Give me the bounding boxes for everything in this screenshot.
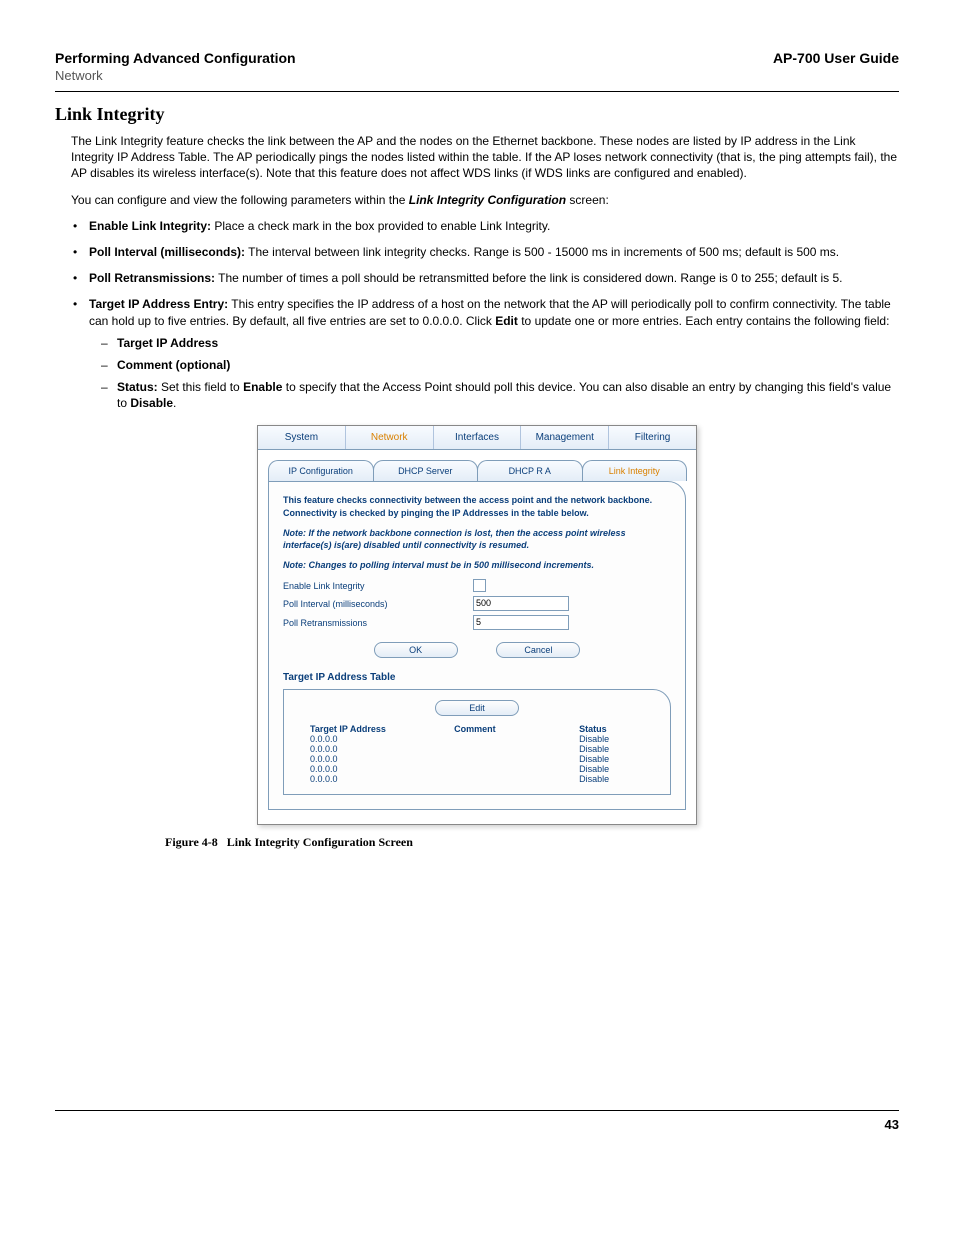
sub-status-a: Set this field to	[158, 380, 243, 394]
tab-filtering[interactable]: Filtering	[609, 426, 696, 449]
tab-network[interactable]: Network	[346, 426, 434, 449]
bullet-target-ip-label: Target IP Address Entry:	[89, 297, 228, 311]
panel-desc-1: This feature checks connectivity between…	[283, 494, 671, 518]
header-guide: AP-700 User Guide	[773, 50, 899, 66]
sub-comment: Comment (optional)	[117, 357, 899, 373]
header-title: Performing Advanced Configuration	[55, 50, 296, 66]
bullet-enable-label: Enable Link Integrity:	[89, 219, 211, 233]
sub-status-disable: Disable	[130, 396, 173, 410]
sub-status-c: .	[173, 396, 176, 410]
sub-target-ip-label: Target IP Address	[117, 336, 218, 350]
table-row: 0.0.0.0Disable	[298, 744, 656, 754]
panel-desc-3: Note: Changes to polling interval must b…	[283, 559, 671, 571]
config-intro: You can configure and view the following…	[71, 192, 899, 208]
figure-number: Figure 4-8	[165, 835, 218, 849]
figure-caption: Figure 4-8 Link Integrity Configuration …	[165, 835, 899, 850]
subtab-ip-config[interactable]: IP Configuration	[268, 460, 374, 481]
tab-system[interactable]: System	[258, 426, 346, 449]
table-row: 0.0.0.0Disable	[298, 734, 656, 744]
bullet-enable-text: Place a check mark in the box provided t…	[211, 219, 550, 233]
col-status: Status	[579, 724, 656, 734]
config-intro-pre: You can configure and view the following…	[71, 193, 409, 207]
sub-status-enable: Enable	[243, 380, 282, 394]
sub-comment-label: Comment (optional)	[117, 358, 230, 372]
cancel-button[interactable]: Cancel	[496, 642, 580, 658]
col-target-ip: Target IP Address	[298, 724, 454, 734]
config-screenshot: System Network Interfaces Management Fil…	[257, 425, 697, 825]
intro-paragraph: The Link Integrity feature checks the li…	[71, 133, 899, 182]
tab-interfaces[interactable]: Interfaces	[434, 426, 522, 449]
page-number: 43	[55, 1117, 899, 1132]
header-rule	[55, 91, 899, 92]
retrans-input[interactable]: 5	[473, 615, 569, 630]
table-row: 0.0.0.0Disable	[298, 754, 656, 764]
table-title: Target IP Address Table	[283, 672, 671, 683]
bullet-poll-retrans-text: The number of times a poll should be ret…	[215, 271, 842, 285]
col-comment: Comment	[454, 724, 579, 734]
ok-button[interactable]: OK	[374, 642, 458, 658]
bullet-target-ip-text-b: to update one or more entries. Each entr…	[518, 314, 890, 328]
sub-status-label: Status:	[117, 380, 158, 394]
row-interval-label: Poll Interval (milliseconds)	[283, 599, 473, 609]
header-subsection: Network	[55, 68, 899, 83]
bullet-enable: Enable Link Integrity: Place a check mar…	[89, 218, 899, 234]
sub-status: Status: Set this field to Enable to spec…	[117, 379, 899, 411]
bullet-poll-retrans: Poll Retransmissions: The number of time…	[89, 270, 899, 286]
subtab-dhcp-server[interactable]: DHCP Server	[373, 460, 479, 481]
bullet-poll-retrans-label: Poll Retransmissions:	[89, 271, 215, 285]
subtab-dhcp-ra[interactable]: DHCP R A	[477, 460, 583, 481]
subtab-link-integrity[interactable]: Link Integrity	[582, 460, 688, 481]
bullet-poll-interval-text: The interval between link integrity chec…	[245, 245, 839, 259]
enable-checkbox[interactable]	[473, 579, 486, 592]
table-row: 0.0.0.0Disable	[298, 774, 656, 784]
footer-rule	[55, 1110, 899, 1111]
row-enable-label: Enable Link Integrity	[283, 581, 473, 591]
config-intro-em: Link Integrity Configuration	[409, 193, 566, 207]
figure-text: Link Integrity Configuration Screen	[227, 835, 413, 849]
table-row: 0.0.0.0Disable	[298, 764, 656, 774]
bullet-target-ip-edit: Edit	[495, 314, 518, 328]
edit-button[interactable]: Edit	[435, 700, 519, 716]
config-intro-post: screen:	[566, 193, 609, 207]
bullet-target-ip: Target IP Address Entry: This entry spec…	[89, 296, 899, 411]
bullet-poll-interval: Poll Interval (milliseconds): The interv…	[89, 244, 899, 260]
sub-target-ip: Target IP Address	[117, 335, 899, 351]
panel-desc-2: Note: If the network backbone connection…	[283, 527, 671, 551]
tab-management[interactable]: Management	[521, 426, 609, 449]
section-heading: Link Integrity	[55, 104, 899, 125]
interval-input[interactable]: 500	[473, 596, 569, 611]
row-retrans-label: Poll Retransmissions	[283, 618, 473, 628]
bullet-poll-interval-label: Poll Interval (milliseconds):	[89, 245, 245, 259]
